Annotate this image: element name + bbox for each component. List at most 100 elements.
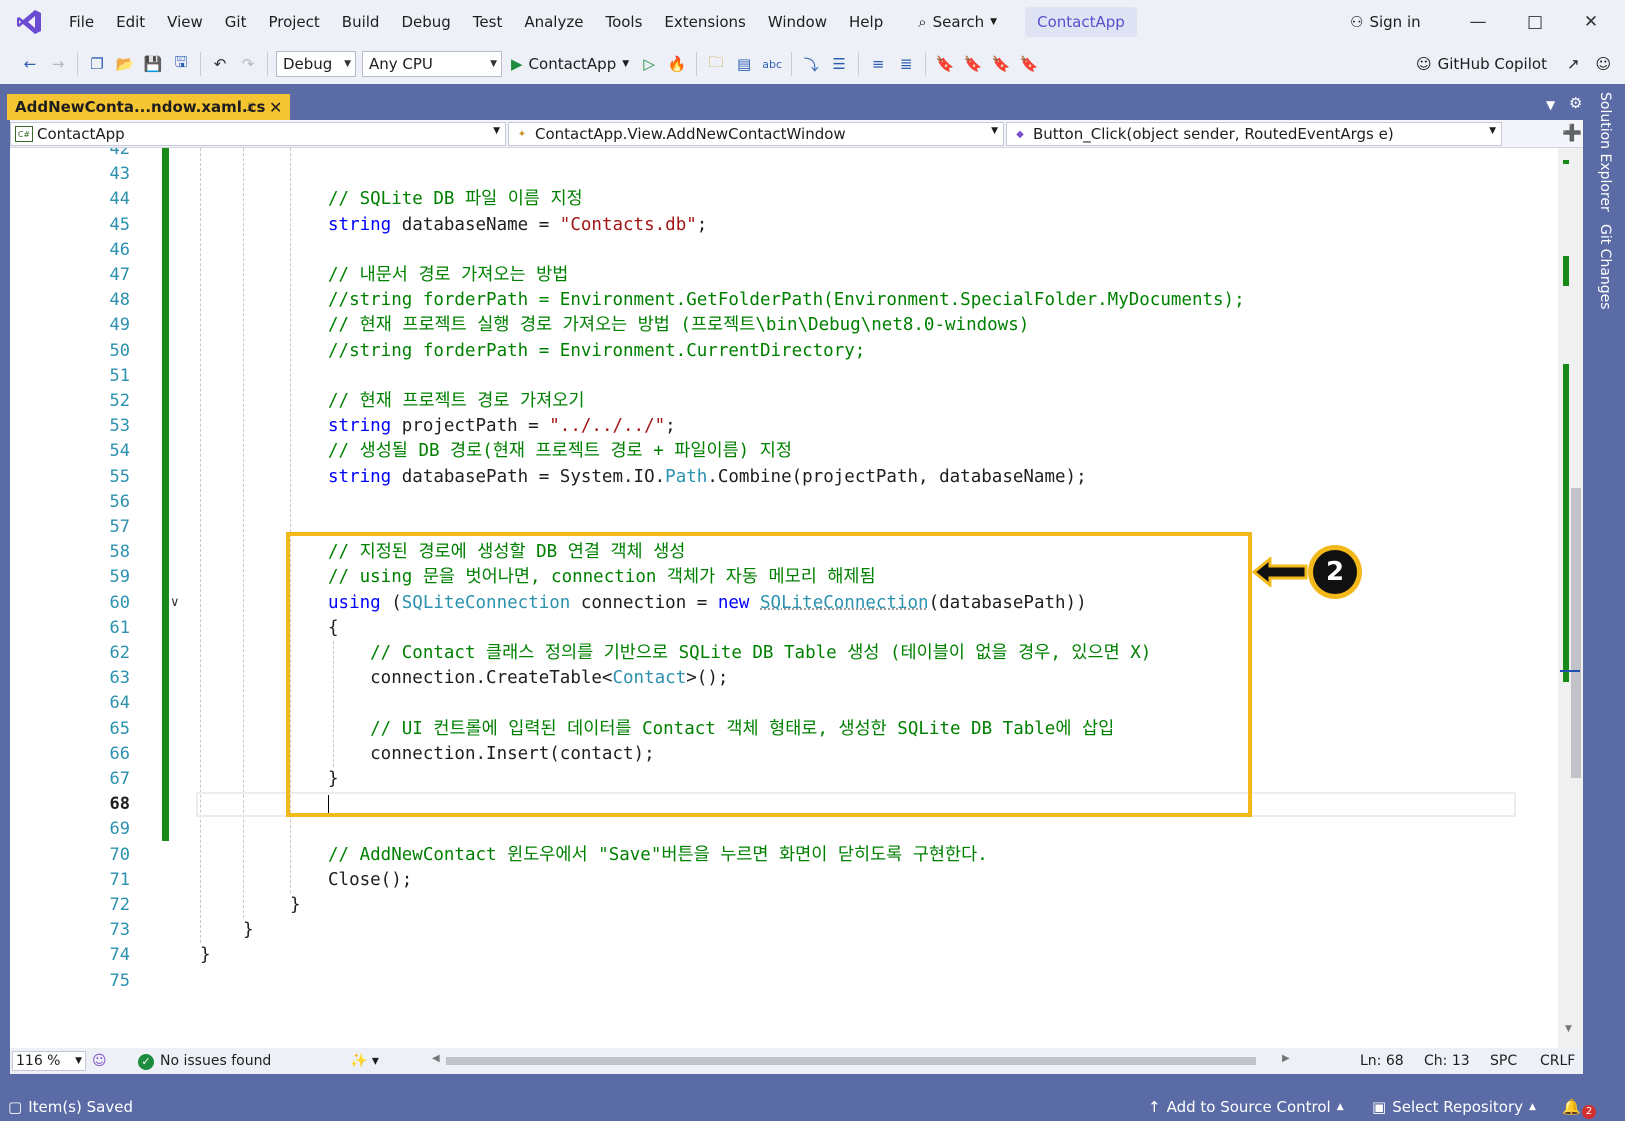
menu-help[interactable]: Help — [838, 0, 894, 44]
minimize-button[interactable]: — — [1455, 0, 1501, 44]
split-window-icon[interactable]: ➕ — [1562, 123, 1582, 142]
sign-in-button[interactable]: ⚇ Sign in — [1350, 0, 1421, 44]
code-editor[interactable]: ∨ 42 43 44// SQLite DB 파일 이름 지정 45 string da… — [10, 148, 1583, 1048]
menu-git[interactable]: Git — [214, 0, 258, 44]
close-window-button[interactable]: ✕ — [1568, 0, 1614, 44]
previous-bookmark-icon[interactable]: 🔖 — [959, 50, 987, 78]
menu-project[interactable]: Project — [257, 0, 330, 44]
scroll-right-icon[interactable]: ▶ — [1282, 1053, 1290, 1064]
menu-test[interactable]: Test — [462, 0, 514, 44]
code-line[interactable]: 71 Close(); — [10, 868, 1583, 893]
code-line[interactable]: 53 string projectPath = "../../../"; — [10, 414, 1583, 439]
maximize-button[interactable]: □ — [1512, 0, 1558, 44]
horizontal-scroll-thumb[interactable] — [446, 1057, 1256, 1065]
code-line[interactable]: 42 — [10, 148, 1583, 162]
menu-build[interactable]: Build — [331, 0, 391, 44]
format-document-icon[interactable]: ☰ — [825, 50, 853, 78]
step-icon[interactable]: ⤵ — [797, 50, 825, 78]
code-line[interactable]: 43 — [10, 162, 1583, 187]
code-line[interactable]: 50 //string forderPath = Environment.Curr… — [10, 339, 1583, 364]
save-all-icon[interactable]: 🖫 — [167, 50, 195, 78]
share-icon[interactable]: ↗ — [1567, 55, 1580, 73]
code-cleanup-icon[interactable]: ✨ ▾ — [350, 1048, 379, 1074]
tab-list-dropdown-icon[interactable]: ▼ — [1546, 98, 1555, 112]
code-line[interactable]: 44 // SQLite DB 파일 이름 지정 — [10, 187, 1583, 212]
code-line[interactable]: 48 //string forderPath = Environment.GetF… — [10, 288, 1583, 313]
project-select[interactable]: C# ContactApp ▼ — [10, 122, 506, 146]
char-indicator[interactable]: Ch: 13 — [1424, 1048, 1470, 1074]
new-project-icon[interactable]: ❐ — [83, 50, 111, 78]
redo-icon[interactable]: ↷ — [234, 50, 262, 78]
forward-navigation-icon[interactable]: → — [44, 50, 72, 78]
menu-analyze[interactable]: Analyze — [513, 0, 594, 44]
menu-file[interactable]: File — [58, 0, 105, 44]
git-changes-tab[interactable]: Git Changes — [1597, 224, 1613, 310]
issues-indicator[interactable]: ✓ No issues found — [138, 1048, 271, 1074]
feedback-icon[interactable]: ☺ — [1596, 55, 1612, 73]
code-line[interactable]: 73} — [10, 918, 1583, 943]
code-line[interactable]: 74} — [10, 943, 1583, 968]
code-line[interactable]: 51 — [10, 364, 1583, 389]
search-button[interactable]: ⌕ Search ▼ — [908, 7, 1007, 37]
code-line[interactable]: 72} — [10, 893, 1583, 918]
notifications-bell-icon[interactable]: 🔔 — [1562, 1093, 1581, 1121]
clear-bookmarks-icon[interactable]: 🔖 — [1015, 50, 1043, 78]
folder-view-icon[interactable]: 🗀 — [702, 50, 730, 78]
line-ending-indicator[interactable]: CRLF — [1540, 1048, 1575, 1074]
code-line[interactable]: 55 string databasePath = System.IO.Path.C… — [10, 465, 1583, 490]
line-indicator[interactable]: Ln: 68 — [1360, 1048, 1404, 1074]
menu-tools[interactable]: Tools — [594, 0, 653, 44]
code-line[interactable]: 45 string databaseName = "Contacts.db"; — [10, 213, 1583, 238]
scroll-left-icon[interactable]: ◀ — [432, 1053, 440, 1064]
vertical-scrollbar[interactable]: ▼ — [1558, 148, 1583, 1048]
code-line[interactable]: 52 // 현재 프로젝트 경로 가져오기 — [10, 389, 1583, 414]
menu-view[interactable]: View — [156, 0, 214, 44]
start-debugging-button[interactable]: ▶ ContactApp ▼ — [511, 55, 629, 73]
uncomment-icon[interactable]: ≣ — [892, 50, 920, 78]
menu-debug[interactable]: Debug — [390, 0, 461, 44]
undo-icon[interactable]: ↶ — [206, 50, 234, 78]
gear-icon[interactable]: ⚙ — [1569, 94, 1582, 112]
vertical-scroll-thumb[interactable] — [1571, 488, 1581, 778]
code-line[interactable]: 69 — [10, 817, 1583, 842]
code-line[interactable]: 75 — [10, 969, 1583, 994]
code-line[interactable]: 47 // 내문서 경로 가져오는 방법 — [10, 263, 1583, 288]
copilot-status-icon[interactable]: ☺ — [92, 1048, 107, 1074]
member-select[interactable]: ◆ Button_Click(object sender, RoutedEven… — [1006, 122, 1502, 146]
solution-explorer-tab[interactable]: Solution Explorer — [1597, 92, 1613, 212]
whitespace-indicator[interactable]: SPC — [1490, 1048, 1517, 1074]
zoom-select[interactable]: 116 % ▼ — [12, 1051, 86, 1071]
menu-window[interactable]: Window — [757, 0, 838, 44]
code-line[interactable]: 70 // AddNewContact 윈도우에서 "Save"버튼을 누르면 화… — [10, 843, 1583, 868]
visual-studio-logo-icon[interactable] — [0, 0, 58, 44]
select-repository-button[interactable]: ▣ Select Repository ▲ — [1372, 1093, 1536, 1121]
chevron-down-icon: ▼ — [493, 126, 500, 136]
bookmark-icon[interactable]: 🔖 — [931, 50, 959, 78]
type-select[interactable]: ✦ ContactApp.View.AddNewContactWindow ▼ — [508, 122, 1004, 146]
platform-value: Any CPU — [369, 55, 433, 73]
configuration-select[interactable]: Debug ▼ — [276, 51, 356, 77]
hot-reload-icon[interactable]: 🔥 — [663, 50, 691, 78]
code-line[interactable]: 49 // 현재 프로젝트 실행 경로 가져오는 방법 (프로젝트\bin\Deb… — [10, 313, 1583, 338]
platform-select[interactable]: Any CPU ▼ — [362, 51, 502, 77]
scroll-down-icon[interactable]: ▼ — [1565, 1024, 1572, 1034]
menu-edit[interactable]: Edit — [105, 0, 156, 44]
horizontal-scrollbar[interactable]: ◀ ▶ — [432, 1053, 1292, 1067]
pin-icon[interactable]: ⫫ — [247, 100, 254, 115]
code-line[interactable]: 56 — [10, 490, 1583, 515]
layout-icon[interactable]: ▤ — [730, 50, 758, 78]
code-line[interactable]: 46 — [10, 238, 1583, 263]
menu-extensions[interactable]: Extensions — [653, 0, 756, 44]
close-icon[interactable]: ✕ — [269, 98, 282, 117]
back-navigation-icon[interactable]: ← — [16, 50, 44, 78]
start-without-debugging-icon[interactable]: ▷ — [635, 50, 663, 78]
spell-check-icon[interactable]: abc — [758, 50, 786, 78]
open-folder-icon[interactable]: 📂 — [111, 50, 139, 78]
document-tab[interactable]: AddNewConta...ndow.xaml.cs ⫫ ✕ — [7, 94, 290, 120]
add-to-source-control-button[interactable]: ↑ Add to Source Control ▲ — [1148, 1093, 1344, 1121]
comment-out-icon[interactable]: ≡ — [864, 50, 892, 78]
github-copilot-button[interactable]: ☺ GitHub Copilot ↗ ☺ — [1416, 44, 1611, 84]
code-line[interactable]: 54 // 생성될 DB 경로(현재 프로젝트 경로 + 파일이름) 지정 — [10, 439, 1583, 464]
next-bookmark-icon[interactable]: 🔖 — [987, 50, 1015, 78]
save-icon[interactable]: 💾 — [139, 50, 167, 78]
